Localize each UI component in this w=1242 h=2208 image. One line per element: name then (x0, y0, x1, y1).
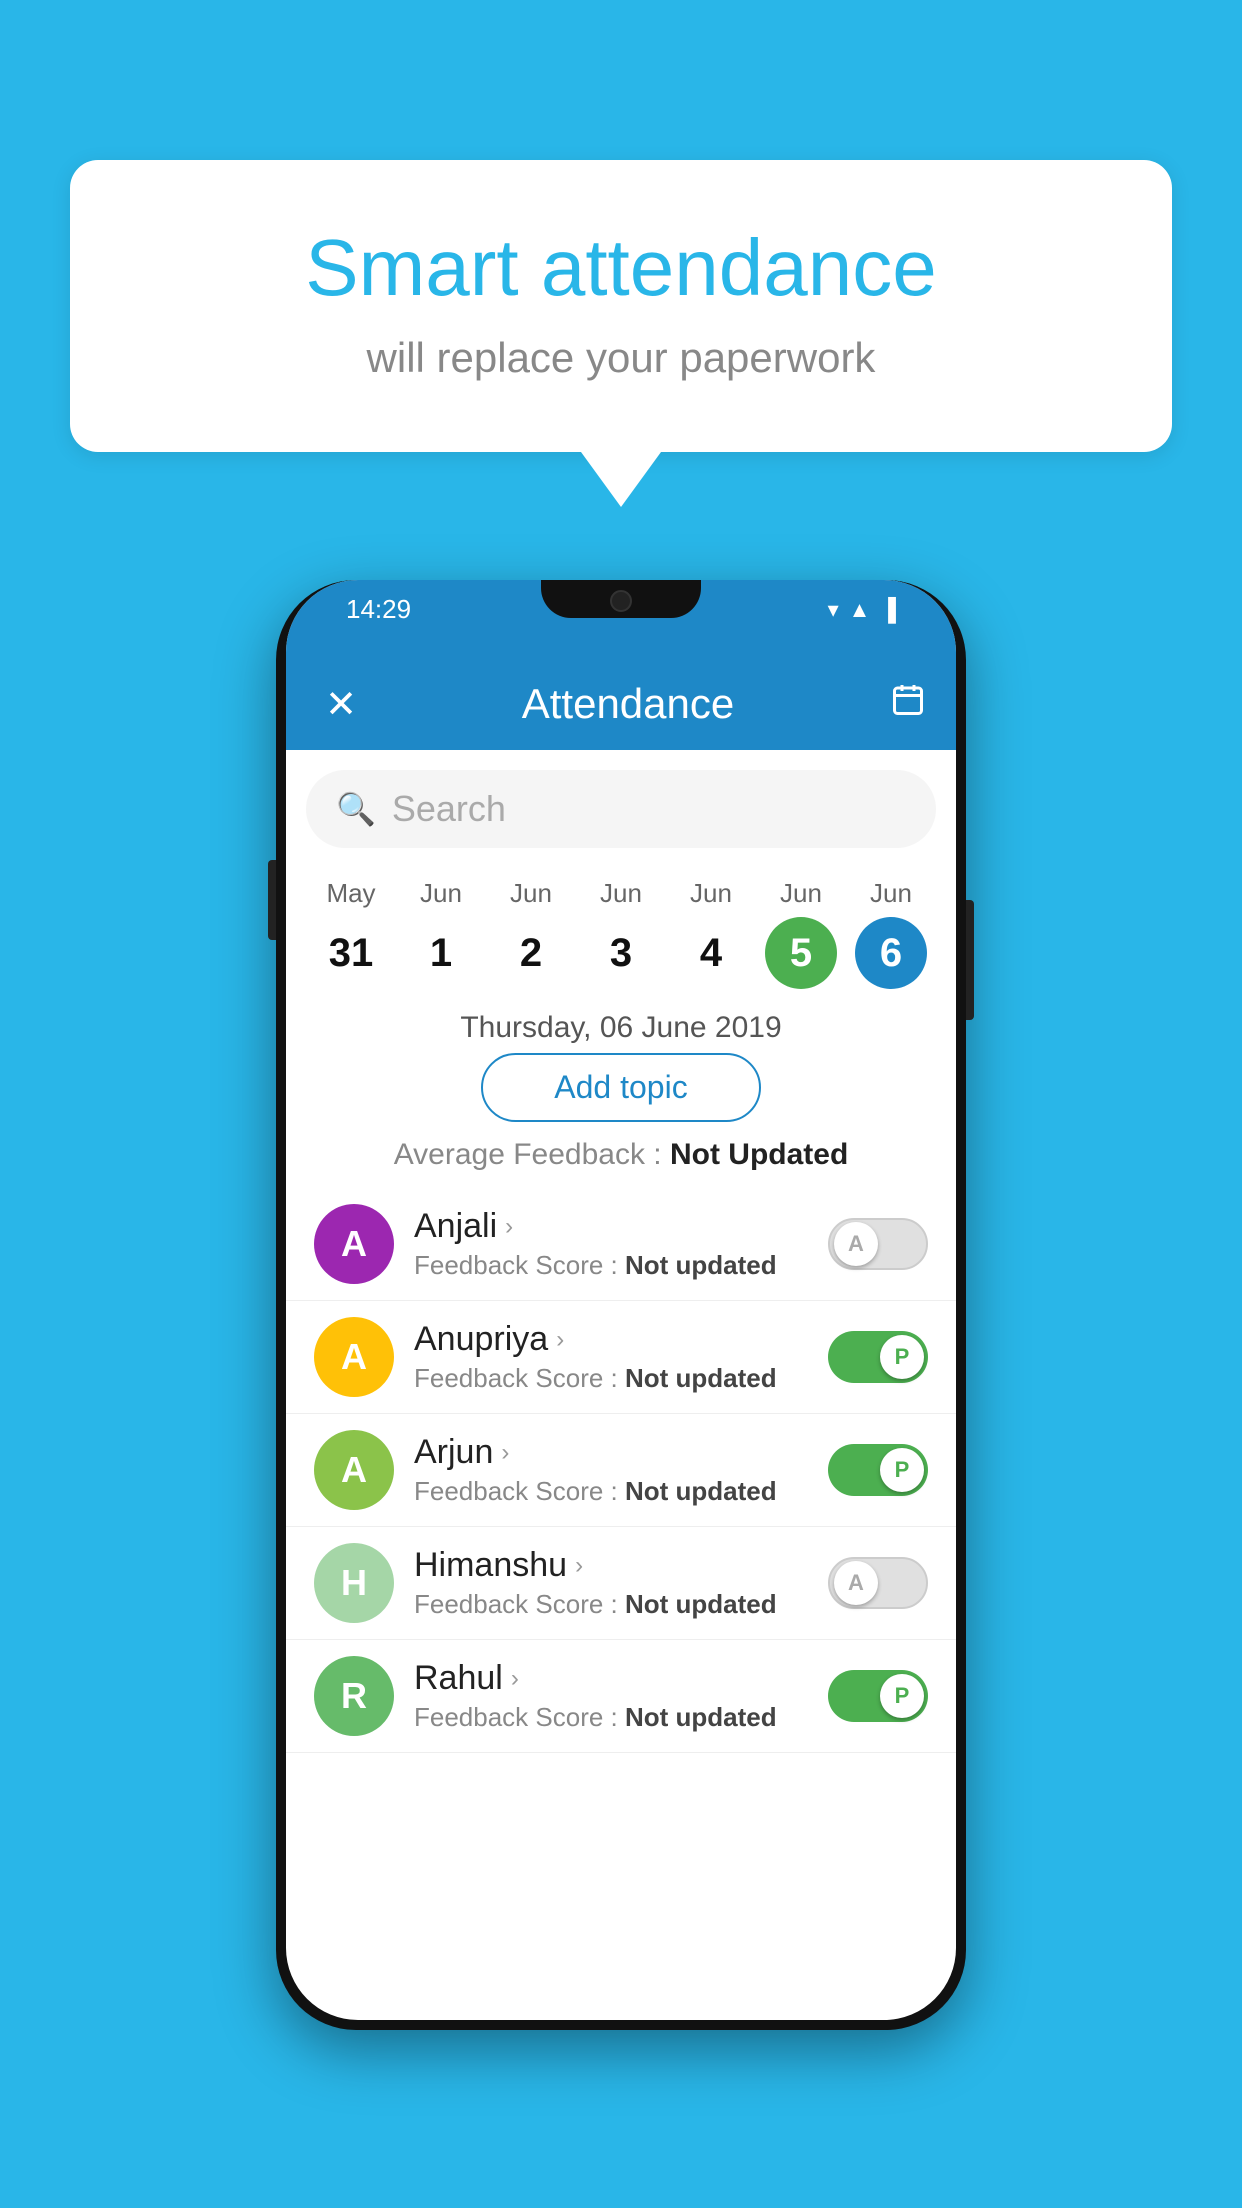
student-name: Anjali › (414, 1207, 808, 1246)
student-info: Himanshu › Feedback Score : Not updated (414, 1546, 808, 1620)
list-item[interactable]: A Anupriya › Feedback Score : Not updated P (286, 1301, 956, 1414)
status-time: 14:29 (316, 594, 411, 625)
speech-bubble-subtitle: will replace your paperwork (140, 334, 1102, 382)
cal-month-label: Jun (780, 878, 822, 909)
phone-screen: 14:29 ▾ ▲ ▐ ✕ Attendance (286, 580, 956, 2020)
phone-wrapper: 14:29 ▾ ▲ ▐ ✕ Attendance (276, 580, 966, 2030)
student-info: Anupriya › Feedback Score : Not updated (414, 1320, 808, 1394)
battery-icon: ▐ (880, 597, 896, 623)
calendar-day[interactable]: May 31 (311, 878, 391, 989)
student-list: AAnjali ›Feedback Score : Not updatedAAA… (286, 1188, 956, 1753)
search-icon: 🔍 (336, 790, 376, 828)
student-name: Himanshu › (414, 1546, 808, 1585)
feedback-value: Not updated (625, 1363, 777, 1393)
cal-date-label[interactable]: 6 (855, 917, 927, 989)
list-item[interactable]: A Arjun › Feedback Score : Not updated P (286, 1414, 956, 1527)
attendance-toggle[interactable]: A (828, 1218, 928, 1270)
volume-button (268, 860, 276, 940)
cal-month-label: Jun (510, 878, 552, 909)
wifi-icon: ▾ (828, 597, 839, 623)
avatar: R (314, 1656, 394, 1736)
avg-feedback-value: Not Updated (670, 1138, 848, 1171)
calendar-day[interactable]: Jun 5 (761, 878, 841, 989)
avatar: A (314, 1204, 394, 1284)
toggle-knob: P (880, 1335, 924, 1379)
avatar: A (314, 1317, 394, 1397)
attendance-toggle[interactable]: A (828, 1557, 928, 1609)
student-feedback: Feedback Score : Not updated (414, 1702, 808, 1733)
calendar-day[interactable]: Jun 2 (491, 878, 571, 989)
feedback-value: Not updated (625, 1250, 777, 1280)
avg-feedback: Average Feedback : Not Updated (286, 1138, 956, 1172)
avg-feedback-label: Average Feedback : (394, 1138, 662, 1171)
student-feedback: Feedback Score : Not updated (414, 1250, 808, 1281)
speech-bubble-wrapper: Smart attendance will replace your paper… (70, 160, 1172, 507)
status-icons: ▾ ▲ ▐ (828, 597, 926, 623)
student-info: Anjali › Feedback Score : Not updated (414, 1207, 808, 1281)
toggle-knob: P (880, 1448, 924, 1492)
cal-date-label[interactable]: 4 (675, 917, 747, 989)
cal-date-label[interactable]: 2 (495, 917, 567, 989)
header-title: Attendance (522, 680, 735, 728)
avatar: H (314, 1543, 394, 1623)
app-header: ✕ Attendance (286, 625, 956, 750)
cal-date-label[interactable]: 3 (585, 917, 657, 989)
student-name: Rahul › (414, 1659, 808, 1698)
calendar-day[interactable]: Jun 1 (401, 878, 481, 989)
selected-date-label: Thursday, 06 June 2019 (286, 1011, 956, 1045)
list-item[interactable]: H Himanshu › Feedback Score : Not updated A (286, 1527, 956, 1640)
chevron-icon: › (511, 1665, 519, 1693)
student-info: Arjun › Feedback Score : Not updated (414, 1433, 808, 1507)
calendar-day[interactable]: Jun 4 (671, 878, 751, 989)
chevron-icon: › (505, 1213, 513, 1241)
cal-month-label: Jun (870, 878, 912, 909)
cal-date-label[interactable]: 5 (765, 917, 837, 989)
chevron-icon: › (575, 1552, 583, 1580)
list-item[interactable]: R Rahul › Feedback Score : Not updated P (286, 1640, 956, 1753)
phone-frame: 14:29 ▾ ▲ ▐ ✕ Attendance (276, 580, 966, 2030)
cal-month-label: Jun (600, 878, 642, 909)
attendance-toggle[interactable]: P (828, 1444, 928, 1496)
avatar: A (314, 1430, 394, 1510)
speech-bubble-arrow (581, 452, 661, 507)
feedback-value: Not updated (625, 1702, 777, 1732)
toggle-knob: A (834, 1222, 878, 1266)
speech-bubble-title: Smart attendance (140, 220, 1102, 316)
phone-camera (610, 590, 632, 612)
calendar-icon[interactable] (890, 682, 926, 727)
close-button[interactable]: ✕ (316, 682, 366, 727)
feedback-value: Not updated (625, 1476, 777, 1506)
add-topic-button[interactable]: Add topic (481, 1053, 761, 1122)
cal-date-label[interactable]: 1 (405, 917, 477, 989)
toggle-knob: A (834, 1561, 878, 1605)
attendance-toggle[interactable]: P (828, 1331, 928, 1383)
signal-icon: ▲ (849, 597, 871, 623)
toggle-knob: P (880, 1674, 924, 1718)
calendar-day[interactable]: Jun 6 (851, 878, 931, 989)
student-info: Rahul › Feedback Score : Not updated (414, 1659, 808, 1733)
student-feedback: Feedback Score : Not updated (414, 1476, 808, 1507)
student-name: Anupriya › (414, 1320, 808, 1359)
calendar-strip: May 31 Jun 1 Jun 2 Jun 3 Jun 4 Jun 5 Jun 6 (286, 868, 956, 999)
student-name: Arjun › (414, 1433, 808, 1472)
calendar-day[interactable]: Jun 3 (581, 878, 661, 989)
student-feedback: Feedback Score : Not updated (414, 1589, 808, 1620)
speech-bubble: Smart attendance will replace your paper… (70, 160, 1172, 452)
chevron-icon: › (556, 1326, 564, 1354)
power-button (966, 900, 974, 1020)
search-bar[interactable]: 🔍 Search (306, 770, 936, 848)
student-feedback: Feedback Score : Not updated (414, 1363, 808, 1394)
chevron-icon: › (501, 1439, 509, 1467)
cal-month-label: Jun (690, 878, 732, 909)
attendance-toggle[interactable]: P (828, 1670, 928, 1722)
cal-month-label: Jun (420, 878, 462, 909)
cal-month-label: May (326, 878, 375, 909)
phone-notch (541, 580, 701, 618)
feedback-value: Not updated (625, 1589, 777, 1619)
list-item[interactable]: A Anjali › Feedback Score : Not updated A (286, 1188, 956, 1301)
cal-date-label[interactable]: 31 (315, 917, 387, 989)
search-input[interactable]: Search (392, 788, 906, 830)
